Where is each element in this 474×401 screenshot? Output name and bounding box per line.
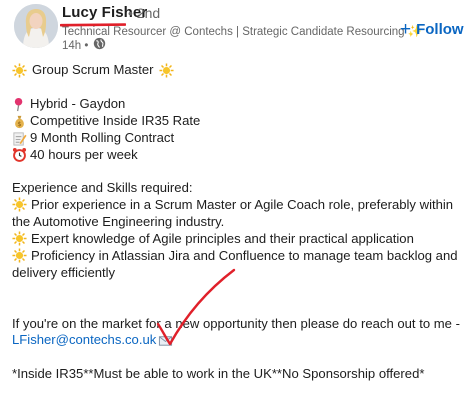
experience-heading: Experience and Skills required:	[12, 180, 193, 196]
sun-icon	[12, 248, 27, 263]
detail-hours: 40 hours per week	[12, 147, 464, 164]
sun-icon	[12, 63, 27, 78]
author-headline: Technical Resourcer @ Contechs | Strateg…	[62, 26, 423, 38]
post-title-line: Group Scrum Master	[12, 62, 464, 79]
svg-text:$: $	[17, 120, 21, 128]
detail-location: Hybrid - Gaydon	[12, 96, 464, 113]
avatar[interactable]	[14, 4, 58, 48]
post-title: Group Scrum Master	[32, 62, 154, 77]
footer-note: *Inside IR35**Must be able to work in th…	[12, 366, 425, 382]
follow-button[interactable]: + Follow	[400, 20, 464, 39]
post-meta: 14h •	[62, 37, 106, 55]
envelope-icon	[159, 336, 173, 347]
money-bag-icon: $	[15, 115, 24, 128]
cta-text: If you're on the market for a new opport…	[12, 315, 460, 331]
skill-item: Expert knowledge of Agile principles and…	[12, 231, 464, 248]
globe-icon	[93, 37, 106, 55]
plus-icon: +	[400, 19, 412, 40]
pin-icon	[14, 97, 23, 111]
post-body: Group Scrum Master Hybrid - Gaydon $ Com…	[12, 62, 464, 383]
detail-contract: 9 Month Rolling Contract	[12, 130, 464, 147]
alarm-clock-icon	[12, 148, 27, 163]
sun-icon	[12, 197, 27, 212]
email-line: LFisher@contechs.co.uk	[12, 332, 464, 349]
detail-rate: $ Competitive Inside IR35 Rate	[12, 113, 464, 130]
email-link[interactable]: LFisher@contechs.co.uk	[12, 332, 156, 349]
memo-icon	[13, 131, 27, 146]
skill-item: Proficiency in Atlassian Jira and Conflu…	[12, 247, 458, 280]
sun-icon	[158, 63, 174, 78]
connection-degree: • 2nd	[128, 5, 161, 21]
post-card: Lucy Fisher • 2nd Technical Resourcer @ …	[0, 0, 474, 401]
sun-icon	[12, 231, 27, 246]
post-time: 14h •	[62, 40, 89, 52]
skill-item: Prior experience in a Scrum Master or Ag…	[12, 197, 454, 230]
